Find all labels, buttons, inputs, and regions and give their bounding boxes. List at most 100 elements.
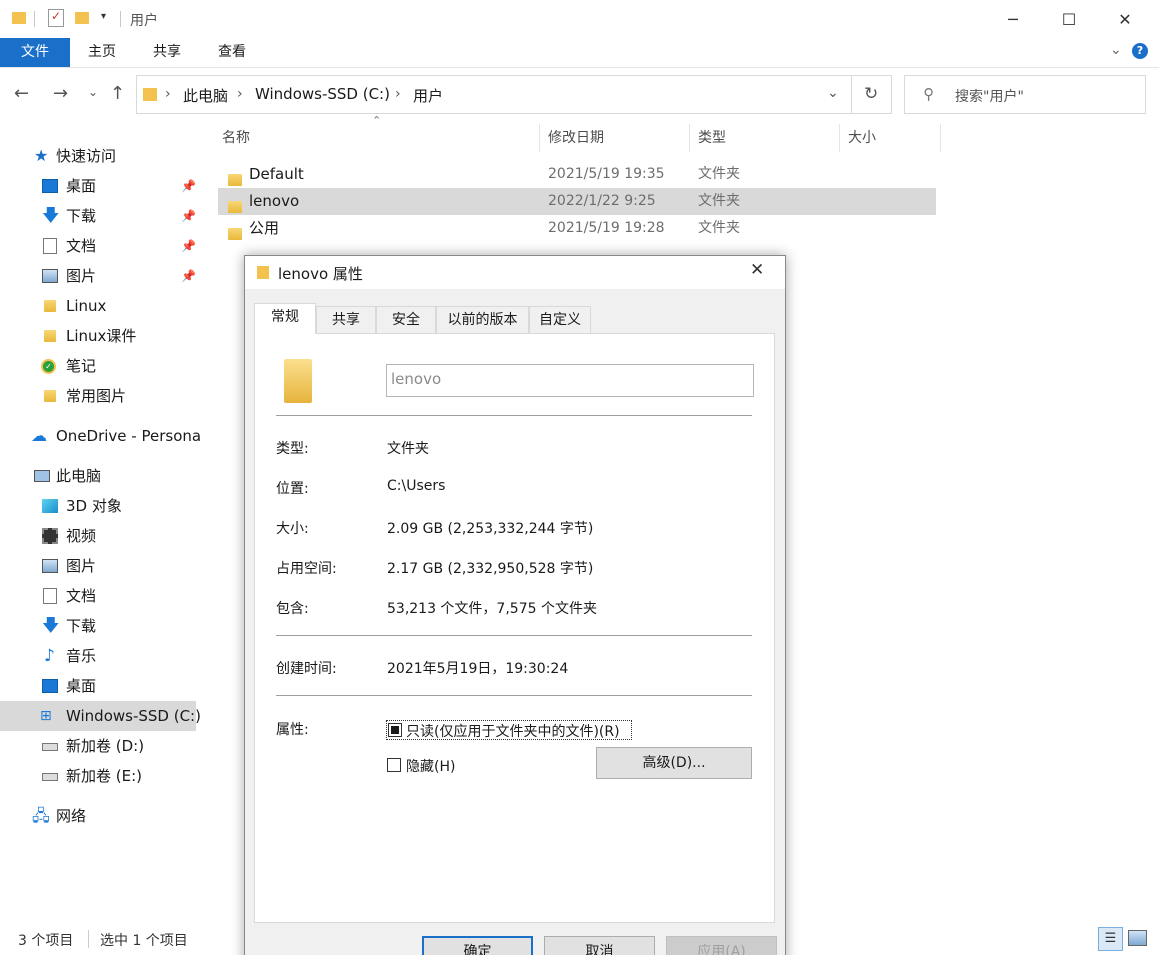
nav-item-music[interactable]: ♪ 音乐 <box>0 641 196 671</box>
column-header-type[interactable]: 类型 <box>698 124 726 152</box>
tab-file[interactable]: 文件 <box>0 38 70 67</box>
nav-item-linux-courseware[interactable]: Linux课件 <box>0 321 196 351</box>
large-icons-view-icon[interactable] <box>1128 930 1147 946</box>
folder-name-value: lenovo <box>391 370 442 388</box>
nav-item-pictures-pc[interactable]: 图片 <box>0 551 196 581</box>
refresh-button[interactable]: ↻ <box>852 75 892 114</box>
file-row[interactable]: 公用 2021/5/19 19:28 文件夹 <box>218 215 936 242</box>
nav-item-drive-c[interactable]: ⊞ Windows-SSD (C:) <box>0 701 201 731</box>
tab-share[interactable]: 共享 <box>153 38 181 66</box>
ok-button[interactable]: 确定 <box>422 936 533 955</box>
nav-item-desktop-pc[interactable]: 桌面 <box>0 671 196 701</box>
hidden-checkbox[interactable] <box>387 758 401 772</box>
breadcrumb-users[interactable]: 用户 <box>413 85 443 106</box>
type-label: 类型: <box>276 441 309 457</box>
nav-network[interactable]: 🖧 网络 <box>0 801 200 831</box>
file-row[interactable]: Default 2021/5/19 19:35 文件夹 <box>218 161 936 188</box>
nav-item-notes[interactable]: ✓ 笔记 <box>0 351 196 381</box>
close-icon[interactable]: ✕ <box>1102 0 1148 38</box>
column-header-modified[interactable]: 修改日期 <box>548 124 604 152</box>
breadcrumb-drive[interactable]: Windows-SSD (C:) <box>255 85 390 103</box>
column-divider[interactable] <box>539 124 540 152</box>
minimize-icon[interactable]: ─ <box>990 0 1036 38</box>
up-icon[interactable]: ↑ <box>110 83 125 104</box>
file-row[interactable]: lenovo 2022/1/22 9:25 文件夹 <box>218 188 936 215</box>
pin-icon[interactable]: 📌 <box>181 171 196 201</box>
nav-item-drive-e[interactable]: 新加卷 (E:) <box>0 761 196 791</box>
back-icon[interactable]: ← <box>14 83 29 104</box>
nav-label: 桌面 <box>66 677 97 695</box>
tab-general[interactable]: 常规 <box>254 303 316 334</box>
folder-icon <box>44 300 56 312</box>
breadcrumb-separator[interactable]: › <box>165 86 171 102</box>
breadcrumb-separator[interactable]: › <box>395 86 401 102</box>
breadcrumb-separator[interactable]: › <box>237 86 243 102</box>
apply-button[interactable]: 应用(A) <box>666 936 777 955</box>
customize-quick-access-icon[interactable]: ▾ <box>101 11 106 22</box>
column-header-size[interactable]: 大小 <box>848 124 876 152</box>
tab-sharing[interactable]: 共享 <box>316 306 376 333</box>
pin-icon[interactable]: 📌 <box>181 261 196 291</box>
folder-icon <box>228 174 242 186</box>
nav-item-3d-objects[interactable]: 3D 对象 <box>0 491 196 521</box>
picture-icon <box>42 559 58 573</box>
nav-item-downloads-pc[interactable]: 🡇 下载 <box>0 611 196 641</box>
size-value: 2.09 GB (2,253,332,244 字节) <box>387 521 594 537</box>
column-divider[interactable] <box>839 124 840 152</box>
nav-item-documents[interactable]: 文档 📌 <box>0 231 196 261</box>
recent-locations-icon[interactable]: ⌄ <box>88 85 98 99</box>
forward-icon[interactable]: → <box>53 83 68 104</box>
nav-item-drive-d[interactable]: 新加卷 (D:) <box>0 731 196 761</box>
column-divider[interactable] <box>940 124 941 152</box>
nav-item-desktop[interactable]: 桌面 📌 <box>0 171 196 201</box>
document-icon <box>43 238 57 254</box>
pin-icon[interactable]: 📌 <box>181 201 196 231</box>
expand-ribbon-icon[interactable]: ⌄ <box>1110 42 1122 58</box>
separator <box>120 11 121 27</box>
address-dropdown-icon[interactable]: ⌄ <box>827 85 839 101</box>
readonly-checkbox[interactable] <box>388 723 402 737</box>
help-icon[interactable]: ? <box>1132 43 1148 59</box>
large-folder-icon <box>284 359 312 403</box>
folder-name-input[interactable]: lenovo <box>386 364 754 397</box>
nav-label: 下载 <box>66 617 97 635</box>
nav-item-documents-pc[interactable]: 文档 <box>0 581 196 611</box>
navigation-pane: ★ 快速访问 桌面 📌 🡇 下载 📌 文档 📌 图片 📌 Linux Linux… <box>0 118 201 918</box>
cube-icon <box>42 499 58 513</box>
dialog-title-bar[interactable]: lenovo 属性 ✕ <box>245 256 785 289</box>
tab-previous-versions[interactable]: 以前的版本 <box>436 306 529 333</box>
nav-label: 图片 <box>66 267 97 285</box>
pin-icon[interactable]: 📌 <box>181 231 196 261</box>
nav-item-downloads[interactable]: 🡇 下载 📌 <box>0 201 196 231</box>
attributes-label: 属性: <box>276 722 309 738</box>
nav-onedrive[interactable]: ☁ OneDrive - Persona <box>0 421 200 451</box>
tab-home[interactable]: 主页 <box>88 38 116 66</box>
drive-icon <box>42 773 58 781</box>
advanced-button[interactable]: 高级(D)... <box>596 747 752 779</box>
nav-quick-access[interactable]: ★ 快速访问 <box>0 141 200 171</box>
search-input[interactable]: ⚲ 搜索"用户" <box>904 75 1146 114</box>
readonly-checkbox-row[interactable]: 只读(仅应用于文件夹中的文件)(R) <box>386 720 632 740</box>
nav-item-linux[interactable]: Linux <box>0 291 196 321</box>
column-header-name[interactable]: 名称 <box>222 124 250 152</box>
maximize-icon[interactable]: ☐ <box>1046 0 1092 38</box>
nav-label: 音乐 <box>66 647 97 665</box>
nav-item-videos[interactable]: 视频 <box>0 521 196 551</box>
file-modified: 2021/5/19 19:35 <box>548 166 665 182</box>
column-divider[interactable] <box>689 124 690 152</box>
breadcrumb-this-pc[interactable]: 此电脑 <box>183 85 228 106</box>
nav-item-pictures[interactable]: 图片 📌 <box>0 261 196 291</box>
tab-view[interactable]: 查看 <box>218 38 246 66</box>
cancel-button[interactable]: 取消 <box>544 936 655 955</box>
nav-label: 笔记 <box>66 357 97 375</box>
tab-customize[interactable]: 自定义 <box>529 306 591 333</box>
new-folder-icon[interactable] <box>75 12 89 24</box>
close-icon[interactable]: ✕ <box>750 260 764 280</box>
tab-security[interactable]: 安全 <box>376 306 436 333</box>
nav-label: 此电脑 <box>56 467 102 485</box>
details-view-icon[interactable]: ☰ <box>1098 927 1123 951</box>
nav-item-common-pictures[interactable]: 常用图片 <box>0 381 196 411</box>
address-bar[interactable]: › 此电脑 › Windows-SSD (C:) › 用户 ⌄ <box>136 75 852 114</box>
nav-this-pc[interactable]: 此电脑 <box>0 461 200 491</box>
properties-icon[interactable]: ✓ <box>48 9 64 27</box>
